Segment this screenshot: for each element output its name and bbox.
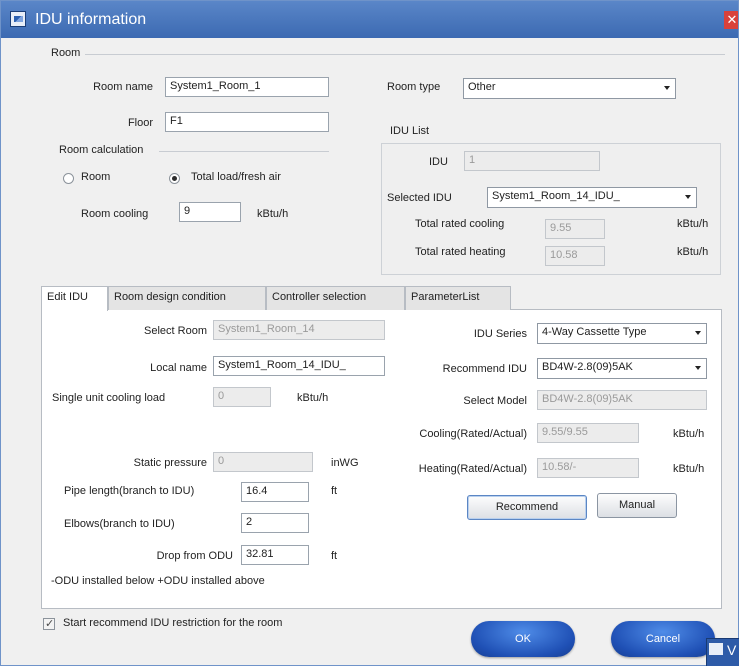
- recommend-idu-value: BD4W-2.8(09)5AK: [542, 361, 633, 373]
- chevron-down-icon: [685, 195, 691, 199]
- total-rated-heating-field: 10.58: [545, 246, 605, 266]
- total-rated-heating-label: Total rated heating: [415, 246, 506, 258]
- restriction-checkbox[interactable]: [43, 617, 55, 630]
- room-radio[interactable]: [63, 173, 74, 184]
- room-type-label: Room type: [387, 81, 441, 93]
- heating-rated-actual-unit: kBtu/h: [673, 463, 705, 475]
- room-group-divider: [85, 54, 725, 55]
- cooling-rated-actual-field: 9.55/9.55: [537, 423, 639, 443]
- static-pressure-field: 0: [213, 452, 313, 472]
- room-type-select[interactable]: Other: [463, 78, 676, 99]
- single-unit-cooling-load-field: 0: [213, 387, 271, 407]
- floor-label: Floor: [127, 117, 153, 129]
- chevron-down-icon: [695, 331, 701, 335]
- room-type-value: Other: [468, 81, 496, 93]
- cooling-rated-actual-unit: kBtu/h: [673, 428, 705, 440]
- local-name-field[interactable]: System1_Room_14_IDU_: [213, 356, 385, 376]
- total-rated-cooling-label: Total rated cooling: [415, 218, 505, 230]
- room-name-label: Room name: [93, 81, 153, 93]
- drop-from-odu-field[interactable]: 32.81: [241, 545, 309, 565]
- drop-from-odu-label: Drop from ODU: [156, 550, 233, 562]
- manual-button[interactable]: Manual: [597, 493, 677, 518]
- recommend-idu-label: Recommend IDU: [442, 363, 527, 375]
- total-rated-cooling-unit: kBtu/h: [677, 218, 709, 230]
- pipe-length-field[interactable]: 16.4: [241, 482, 309, 502]
- tab-edit-idu[interactable]: Edit IDU: [41, 286, 108, 311]
- single-unit-cooling-load-label: Single unit cooling load: [52, 392, 166, 404]
- total-rated-cooling-field: 9.55: [545, 219, 605, 239]
- tab-room-design-condition[interactable]: Room design condition: [108, 286, 266, 310]
- chevron-down-icon: [664, 86, 670, 90]
- recommend-button[interactable]: Recommend: [467, 495, 587, 520]
- heating-rated-actual-field: 10.58/-: [537, 458, 639, 478]
- room-calculation-divider: [159, 151, 329, 152]
- tab-controller-selection[interactable]: Controller selection: [266, 286, 405, 310]
- room-name-field[interactable]: System1_Room_1: [165, 77, 329, 97]
- ok-button[interactable]: OK: [471, 621, 575, 657]
- selected-idu-select[interactable]: System1_Room_14_IDU_: [487, 187, 697, 208]
- static-pressure-unit: inWG: [331, 457, 359, 469]
- pipe-length-label: Pipe length(branch to IDU): [64, 485, 195, 497]
- restriction-label: Start recommend IDU restriction for the …: [63, 617, 283, 629]
- select-model-label: Select Model: [463, 395, 527, 407]
- total-rated-heating-unit: kBtu/h: [677, 246, 709, 258]
- static-pressure-label: Static pressure: [133, 457, 207, 469]
- room-cooling-label: Room cooling: [81, 208, 149, 220]
- idu-series-value: 4-Way Cassette Type: [542, 326, 647, 338]
- total-load-radio-label: Total load/fresh air: [191, 171, 281, 183]
- cancel-button[interactable]: Cancel: [611, 621, 715, 657]
- drop-from-odu-unit: ft: [331, 550, 338, 562]
- idu-information-dialog: IDU information ✕ Room Room name System1…: [0, 0, 739, 666]
- room-cooling-field[interactable]: 9: [179, 202, 241, 222]
- room-cooling-unit: kBtu/h: [257, 208, 289, 220]
- total-load-radio[interactable]: [169, 173, 180, 184]
- idu-field: 1: [464, 151, 600, 171]
- window-title: IDU information: [35, 11, 147, 28]
- select-room-field: System1_Room_14: [213, 320, 385, 340]
- idu-label: IDU: [429, 156, 448, 168]
- overlay-window-container: V: [706, 638, 739, 666]
- selected-idu-value: System1_Room_14_IDU_: [492, 190, 620, 202]
- overlay-window-title: V: [727, 642, 737, 658]
- idu-series-label: IDU Series: [473, 328, 527, 340]
- room-group-label: Room: [51, 47, 81, 59]
- pipe-length-unit: ft: [331, 485, 338, 497]
- local-name-label: Local name: [150, 362, 207, 374]
- chevron-down-icon: [695, 366, 701, 370]
- idu-list-group-label: IDU List: [390, 125, 430, 137]
- select-model-field: BD4W-2.8(09)5AK: [537, 390, 707, 410]
- elbows-field[interactable]: 2: [241, 513, 309, 533]
- heating-rated-actual-label: Heating(Rated/Actual): [418, 463, 527, 475]
- idu-series-select[interactable]: 4-Way Cassette Type: [537, 323, 707, 344]
- elbows-label: Elbows(branch to IDU): [64, 518, 175, 530]
- single-unit-cooling-load-unit: kBtu/h: [297, 392, 329, 404]
- room-radio-label: Room: [81, 171, 111, 183]
- recommend-idu-select[interactable]: BD4W-2.8(09)5AK: [537, 358, 707, 379]
- cooling-rated-actual-label: Cooling(Rated/Actual): [419, 428, 527, 440]
- title-bar: IDU information ✕: [1, 1, 738, 38]
- tab-parameter-list[interactable]: ParameterList: [405, 286, 511, 310]
- select-room-label: Select Room: [144, 325, 207, 337]
- close-icon[interactable]: ✕: [724, 11, 738, 29]
- odu-installation-note: -ODU installed below +ODU installed abov…: [51, 575, 265, 587]
- room-calculation-group-label: Room calculation: [59, 144, 144, 156]
- app-icon: [10, 11, 26, 27]
- floor-field[interactable]: F1: [165, 112, 329, 132]
- selected-idu-label: Selected IDU: [387, 192, 452, 204]
- overlay-app-icon: [709, 643, 723, 655]
